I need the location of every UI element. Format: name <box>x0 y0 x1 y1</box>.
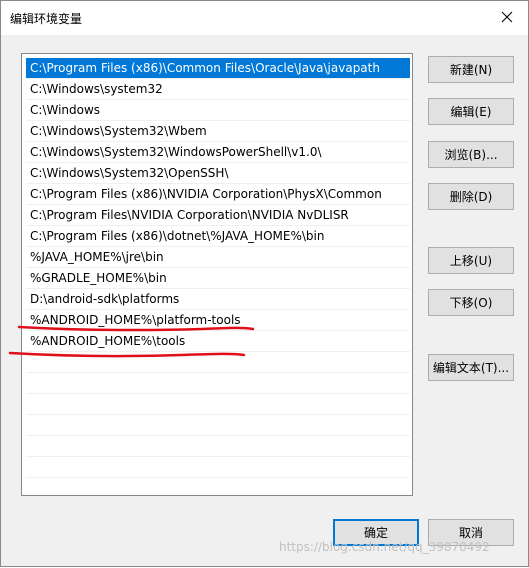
path-list-empty-row[interactable] <box>26 436 410 457</box>
path-list-item[interactable]: C:\Windows\system32 <box>26 79 410 100</box>
path-list-item[interactable]: C:\Windows\System32\WindowsPowerShell\v1… <box>26 142 410 163</box>
path-list-item[interactable]: %JAVA_HOME%\jre\bin <box>26 247 410 268</box>
move-down-button[interactable]: 下移(O) <box>428 289 514 316</box>
path-list-item[interactable]: %ANDROID_HOME%\tools <box>26 331 410 352</box>
window-title: 编辑环境变量 <box>10 12 83 26</box>
watermark: https://blog.csdn.net/qq_39870492 <box>279 540 490 554</box>
path-list[interactable]: C:\Program Files (x86)\Common Files\Orac… <box>21 53 413 496</box>
path-list-item[interactable]: D:\android-sdk\platforms <box>26 289 410 310</box>
edit-text-button[interactable]: 编辑文本(T)... <box>428 354 514 381</box>
title-bar[interactable]: 编辑环境变量 <box>1 1 528 35</box>
path-list-empty-row[interactable] <box>26 478 410 495</box>
path-list-item[interactable]: C:\Program Files\NVIDIA Corporation\NVID… <box>26 205 410 226</box>
path-list-empty-row[interactable] <box>26 373 410 394</box>
edit-environment-variable-dialog: 编辑环境变量 C:\Program Files (x86)\Common Fil… <box>0 0 529 567</box>
path-list-item[interactable]: C:\Windows\System32\Wbem <box>26 121 410 142</box>
path-list-item[interactable]: C:\Windows <box>26 100 410 121</box>
close-icon <box>501 11 513 23</box>
path-list-empty-row[interactable] <box>26 415 410 436</box>
new-button[interactable]: 新建(N) <box>428 56 514 83</box>
path-list-empty-row[interactable] <box>26 352 410 373</box>
path-list-item[interactable]: C:\Windows\System32\OpenSSH\ <box>26 163 410 184</box>
path-list-item[interactable]: %ANDROID_HOME%\platform-tools <box>26 310 410 331</box>
edit-button[interactable]: 编辑(E) <box>428 98 514 125</box>
path-list-item[interactable]: C:\Program Files (x86)\dotnet\%JAVA_HOME… <box>26 226 410 247</box>
path-list-empty-row[interactable] <box>26 457 410 478</box>
move-up-button[interactable]: 上移(U) <box>428 247 514 274</box>
delete-button[interactable]: 删除(D) <box>428 183 514 210</box>
close-button[interactable] <box>486 1 528 33</box>
path-list-empty-row[interactable] <box>26 394 410 415</box>
path-list-item[interactable]: %GRADLE_HOME%\bin <box>26 268 410 289</box>
path-list-item[interactable]: C:\Program Files (x86)\NVIDIA Corporatio… <box>26 184 410 205</box>
browse-button[interactable]: 浏览(B)... <box>428 141 514 168</box>
path-list-item[interactable]: C:\Program Files (x86)\Common Files\Orac… <box>26 58 410 79</box>
